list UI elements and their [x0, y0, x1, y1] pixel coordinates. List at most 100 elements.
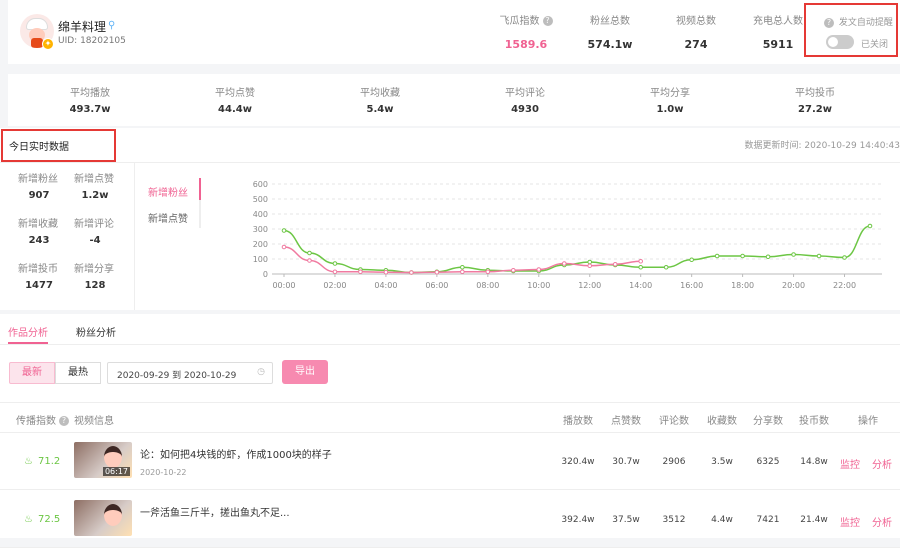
table-header-label: 传播指数	[16, 416, 56, 427]
table-header-label: 投币数	[799, 416, 829, 427]
analyze-link[interactable]: 分析	[872, 514, 892, 529]
table-header-label: 分享数	[753, 416, 783, 427]
profile-uid: UID: 18202105	[58, 36, 126, 46]
table-header-label: 评论数	[659, 416, 689, 427]
flame-icon: ♨	[24, 514, 33, 525]
notify-toggle[interactable]	[826, 35, 854, 49]
table-header-cell: 点赞数	[604, 412, 648, 427]
table-row[interactable]: ♨ 72.5 一斧活鱼三斤半，搓出鱼丸不足... 392.4w 37.5w 3512 4.4…	[0, 490, 900, 548]
filter-latest-button[interactable]: 最新	[9, 362, 55, 384]
average-value: 493.7w	[69, 104, 111, 115]
toggle-knob	[828, 37, 838, 47]
chart-tab-new-likes[interactable]: 新增点赞	[148, 210, 188, 225]
today-title-highlight	[1, 129, 116, 162]
data-point	[765, 254, 771, 260]
y-tick-label: 300	[253, 225, 268, 234]
data-point	[587, 263, 593, 269]
cell-favs: 3.5w	[711, 457, 733, 467]
data-point	[612, 261, 618, 267]
analysis-panel: 作品分析 粉丝分析 最新 最热 2020-09-29 到 2020-10-29 …	[0, 314, 900, 548]
table-header-cell: 投币数	[792, 412, 836, 427]
notify-label: 发文自动提醒	[838, 18, 893, 28]
averages-panel: 平均播放 493.7w 平均点赞 44.4w 平均收藏 5.4w 平均评论 4930 平均分享 1…	[8, 74, 900, 126]
y-tick-label: 100	[253, 255, 268, 264]
average-label: 平均播放	[70, 88, 110, 99]
metric-label: 新增点赞	[74, 174, 114, 185]
cell-shares: 7421	[756, 515, 780, 525]
video-title[interactable]: 一斧活鱼三斤半，搓出鱼丸不足...	[140, 504, 290, 519]
data-point	[511, 267, 516, 273]
table-row[interactable]: ♨ 71.2 06:17 论：如何把4块钱的虾，作成1000块的样子 2020-10-2…	[0, 432, 900, 490]
data-point	[460, 264, 465, 270]
table-header-label: 点赞数	[611, 416, 641, 427]
x-tick-label: 10:00	[527, 281, 550, 290]
y-tick-label: 600	[253, 180, 268, 189]
profile-name: 绵羊料理	[58, 20, 107, 34]
monitor-link[interactable]: 监控	[840, 456, 860, 471]
y-tick-label: 0	[263, 270, 268, 279]
x-tick-label: 00:00	[272, 281, 295, 290]
realtime-line-chart: 0 100 200 300 400 500 600 00:00 02:00 04:00 06:00 0…	[253, 180, 882, 290]
x-tick-label: 02:00	[323, 281, 346, 290]
data-point	[638, 264, 643, 270]
data-point	[281, 228, 287, 233]
x-tick-label: 22:00	[833, 281, 856, 290]
table-header-cell: 分享数	[746, 412, 790, 427]
stat-label-text: 视频总数	[676, 16, 716, 27]
date-range-picker[interactable]: 2020-09-29 到 2020-10-29 ◷	[107, 362, 273, 384]
notify-label-wrap: ? 发文自动提醒	[824, 15, 893, 28]
x-tick-label: 18:00	[731, 281, 754, 290]
video-thumbnail[interactable]	[74, 500, 132, 536]
clock-icon: ◷	[257, 367, 265, 377]
update-time: 数据更新时间: 2020-10-29 14:40:43	[744, 141, 900, 151]
cell-comments: 3512	[662, 515, 686, 525]
cell-likes: 37.5w	[612, 515, 640, 525]
data-point	[409, 270, 414, 275]
stat-label: 粉丝总数	[570, 12, 650, 27]
metric-label: 新增收藏	[18, 219, 58, 230]
data-point	[842, 255, 847, 260]
stat-value: 1589.6	[504, 38, 548, 51]
average-value: 4930	[511, 104, 539, 115]
notify-status: 已关闭	[861, 40, 889, 50]
y-tick-label: 500	[253, 195, 268, 204]
average-value: 5.4w	[366, 104, 394, 115]
data-point	[307, 258, 312, 263]
video-thumbnail[interactable]: 06:17	[74, 442, 132, 478]
data-point	[714, 253, 720, 259]
data-point	[689, 257, 694, 263]
table-header-label: 收藏数	[707, 416, 737, 427]
analyze-link[interactable]: 分析	[872, 456, 892, 471]
stat-label-text: 粉丝总数	[590, 16, 630, 27]
y-tick-label: 200	[253, 240, 268, 249]
x-tick-label: 20:00	[782, 281, 805, 290]
metric-label: 新增分享	[74, 264, 114, 275]
x-tick-label: 12:00	[578, 281, 601, 290]
filter-hottest-button[interactable]: 最热	[55, 362, 101, 384]
average-label: 平均评论	[505, 88, 545, 99]
video-date: 2020-10-22	[140, 468, 187, 477]
help-icon: ?	[542, 16, 553, 26]
monitor-link[interactable]: 监控	[840, 514, 860, 529]
metric-label: 新增评论	[74, 219, 114, 230]
chart-tab-new-fans[interactable]: 新增粉丝	[148, 184, 188, 199]
data-point	[485, 269, 491, 275]
help-icon: ?	[824, 17, 834, 28]
average-value: 27.2w	[798, 104, 832, 115]
cell-comments: 2906	[662, 457, 686, 467]
cell-favs: 4.4w	[711, 515, 733, 525]
table-header-cell: 传播指数?	[16, 412, 69, 427]
tab-fans[interactable]: 粉丝分析	[76, 324, 116, 339]
table-header-cell: 收藏数	[700, 412, 744, 427]
video-title[interactable]: 论：如何把4块钱的虾，作成1000块的样子	[140, 446, 332, 461]
thumbnail-face	[104, 446, 122, 468]
metric-value: 907	[28, 190, 50, 201]
data-point	[740, 253, 745, 259]
location-icon: ⚲	[108, 20, 116, 31]
tab-works[interactable]: 作品分析	[8, 324, 48, 339]
data-point	[281, 244, 287, 250]
data-point	[434, 269, 440, 275]
export-button[interactable]: 导出	[282, 360, 328, 384]
table-header-cell: 视频信息	[74, 412, 114, 427]
metric-value: 128	[84, 280, 106, 291]
